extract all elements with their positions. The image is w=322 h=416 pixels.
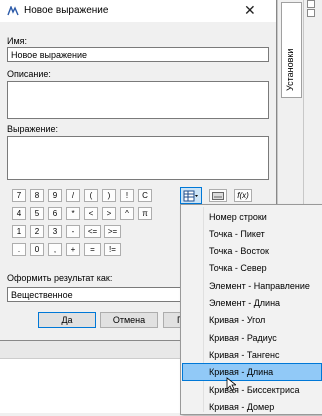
menu-item-curve-radius[interactable]: Кривая - Радиус bbox=[182, 329, 322, 347]
key-9[interactable]: 9 bbox=[48, 189, 62, 202]
key-4[interactable]: 4 bbox=[12, 207, 26, 220]
name-input-value: Новое выражение bbox=[11, 50, 87, 60]
key-power[interactable]: ^ bbox=[120, 207, 134, 220]
key-5[interactable]: 5 bbox=[30, 207, 44, 220]
key-decimal[interactable]: . bbox=[12, 243, 26, 256]
ok-button[interactable]: Да bbox=[38, 312, 96, 328]
key-7[interactable]: 7 bbox=[12, 189, 26, 202]
expression-label: Выражение: bbox=[7, 124, 59, 134]
name-label: Имя: bbox=[7, 36, 28, 46]
key-less[interactable]: < bbox=[84, 207, 98, 220]
app-icon bbox=[7, 6, 19, 16]
variable-menu: Номер строки Точка - Пикет Точка - Восто… bbox=[180, 204, 322, 415]
cancel-button[interactable]: Отмена bbox=[100, 312, 158, 328]
expression-field[interactable] bbox=[7, 136, 269, 180]
key-divide[interactable]: / bbox=[66, 189, 80, 202]
panel-checkbox-1[interactable] bbox=[307, 0, 315, 8]
format-select-value: Вещественное bbox=[11, 290, 73, 300]
menu-item-curve-tangent[interactable]: Кривая - Тангенс bbox=[182, 346, 322, 364]
mouse-pointer-icon bbox=[226, 377, 236, 391]
menu-item-curve-bisector[interactable]: Кривая - Биссектриса bbox=[182, 381, 322, 399]
key-minus[interactable]: - bbox=[66, 225, 80, 238]
key-pi[interactable]: π bbox=[138, 207, 152, 220]
key-clear[interactable]: C bbox=[138, 189, 152, 202]
key-not-equal[interactable]: != bbox=[104, 243, 121, 256]
description-field[interactable] bbox=[7, 81, 269, 119]
menu-item-point-north[interactable]: Точка - Север bbox=[182, 259, 322, 277]
format-select[interactable]: Вещественное bbox=[7, 287, 197, 302]
key-3[interactable]: 3 bbox=[48, 225, 62, 238]
key-1[interactable]: 1 bbox=[12, 225, 26, 238]
insert-variable-button[interactable] bbox=[180, 187, 202, 204]
menu-item-point-east[interactable]: Точка - Восток bbox=[182, 242, 322, 260]
dialog-titlebar: Новое выражение ✕ bbox=[0, 0, 276, 22]
key-greater-equal[interactable]: >= bbox=[104, 225, 121, 238]
key-not[interactable]: ! bbox=[120, 189, 134, 202]
close-icon[interactable]: ✕ bbox=[244, 2, 256, 19]
dialog-title: Новое выражение bbox=[24, 5, 109, 16]
key-open-paren[interactable]: ( bbox=[84, 189, 98, 202]
menu-item-curve-angle[interactable]: Кривая - Угол bbox=[182, 311, 322, 329]
table-icon bbox=[183, 190, 198, 202]
key-2[interactable]: 2 bbox=[30, 225, 44, 238]
menu-item-row-number[interactable]: Номер строки bbox=[182, 208, 322, 226]
function-button[interactable]: f(x) bbox=[234, 189, 252, 202]
menu-item-point-station[interactable]: Точка - Пикет bbox=[182, 225, 322, 243]
key-less-equal[interactable]: <= bbox=[84, 225, 101, 238]
key-plus[interactable]: + bbox=[66, 243, 80, 256]
description-label: Описание: bbox=[7, 69, 51, 79]
key-equal[interactable]: = bbox=[84, 243, 101, 256]
tab-settings-label: Установки bbox=[285, 48, 295, 91]
keyboard-icon bbox=[212, 192, 224, 200]
name-input[interactable]: Новое выражение bbox=[7, 47, 269, 62]
panel-checkbox-2[interactable] bbox=[307, 9, 315, 17]
menu-item-curve-domer[interactable]: Кривая - Домер bbox=[182, 398, 322, 416]
key-greater[interactable]: > bbox=[102, 207, 116, 220]
menu-item-curve-length[interactable]: Кривая - Длина bbox=[182, 363, 322, 381]
key-close-paren[interactable]: ) bbox=[102, 189, 116, 202]
menu-item-element-direction[interactable]: Элемент - Направление bbox=[182, 277, 322, 295]
tab-settings[interactable]: Установки bbox=[281, 2, 302, 98]
format-label: Оформить результат как: bbox=[7, 273, 113, 283]
key-multiply[interactable]: * bbox=[66, 207, 80, 220]
key-comma[interactable]: , bbox=[48, 243, 62, 256]
key-8[interactable]: 8 bbox=[30, 189, 44, 202]
key-6[interactable]: 6 bbox=[48, 207, 62, 220]
function-icon: f(x) bbox=[237, 191, 249, 200]
key-0[interactable]: 0 bbox=[30, 243, 44, 256]
menu-item-element-length[interactable]: Элемент - Длина bbox=[182, 294, 322, 312]
keyboard-button[interactable] bbox=[209, 189, 227, 202]
